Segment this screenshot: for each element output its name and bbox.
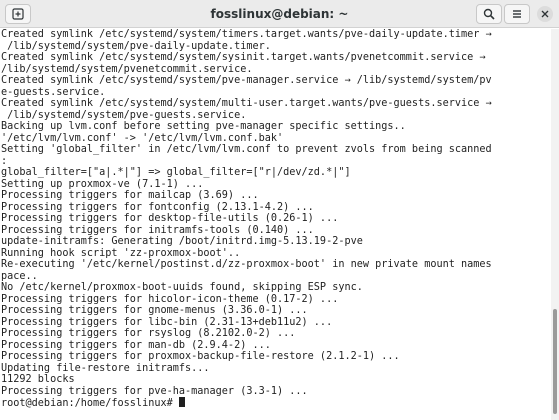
terminal-line: Processing triggers for libc-bin (2.31-1… [1, 316, 333, 328]
terminal-line: Created symlink /etc/systemd/system/time… [1, 29, 492, 40]
terminal-line: Processing triggers for pve-ha-manager (… [1, 385, 308, 397]
terminal-line: No /etc/kernel/proxmox-boot-uuids found,… [1, 282, 363, 293]
terminal-line: Processing triggers for hicolor-icon-the… [1, 293, 339, 305]
search-button[interactable] [476, 4, 502, 24]
terminal-line: Processing triggers for initramfs-tools … [1, 224, 314, 236]
terminal-line: Setting up proxmox-ve (7.1-1) ... [1, 178, 204, 190]
terminal-line: Running hook script 'zz-proxmox-boot'.. [1, 247, 241, 259]
terminal-line: Created symlink /etc/systemd/system/sysi… [1, 52, 486, 63]
terminal-line: Processing triggers for rsyslog (8.2102.… [1, 328, 296, 339]
terminal-line: Processing triggers for gnome-menus (3.3… [1, 305, 308, 316]
search-icon [483, 8, 495, 20]
scrollbar-thumb[interactable] [553, 309, 557, 414]
prompt-line[interactable]: root@debian:/home/fosslinux# [1, 397, 552, 409]
menu-button[interactable] [504, 4, 530, 24]
terminal-line: Created symlink /etc/systemd/system/mult… [1, 98, 492, 109]
hamburger-menu-icon [513, 10, 521, 18]
terminal-line: Processing triggers for proxmox-backup-f… [1, 351, 400, 362]
terminal-line: Setting 'global_filter' in /etc/lvm/lvm.… [1, 144, 492, 155]
terminal-line: Created symlink /etc/systemd/system/pve-… [1, 75, 492, 86]
close-icon [541, 10, 549, 18]
terminal-line: /lib/systemd/system/pve-guests.service. [1, 109, 247, 121]
terminal-line: Processing triggers for desktop-file-uti… [1, 213, 339, 224]
terminal-line: /lib/systemd/system/pvenetcommit.service… [1, 63, 253, 75]
terminal-line: /lib/systemd/system/pve-daily-update.tim… [1, 40, 271, 52]
terminal-line: Updating file-restore initramfs... [1, 362, 210, 374]
terminal-line: global_filter=["a|.*|"] => global_filter… [1, 167, 351, 178]
terminal-line: : [1, 155, 8, 167]
terminal-line: Processing triggers for mailcap (3.69) .… [1, 190, 259, 201]
title-bar: fosslinux@debian: ~ [0, 0, 559, 28]
terminal-line: Re-executing '/etc/kernel/postinst.d/zz-… [1, 259, 492, 270]
terminal-line: '/etc/lvm/lvm.conf' -> '/etc/lvm/lvm.con… [1, 132, 284, 144]
terminal-line: update-initramfs: Generating /boot/initr… [1, 236, 363, 247]
terminal-line: Processing triggers for man-db (2.9.4-2)… [1, 339, 271, 351]
terminal-line: e-guests.service. [1, 86, 106, 98]
scrollbar[interactable] [551, 29, 559, 420]
shell-prompt: root@debian:/home/fosslinux# [1, 398, 173, 409]
terminal-output[interactable]: Created symlink /etc/systemd/system/time… [0, 29, 552, 420]
terminal-line: 11292 blocks [1, 374, 75, 385]
terminal-line: pace.. [1, 270, 38, 282]
terminal-line: Backing up lvm.conf before setting pve-m… [1, 121, 406, 132]
text-cursor [178, 397, 185, 407]
terminal-line: Processing triggers for fontconfig (2.13… [1, 201, 314, 213]
close-button[interactable] [537, 6, 553, 22]
